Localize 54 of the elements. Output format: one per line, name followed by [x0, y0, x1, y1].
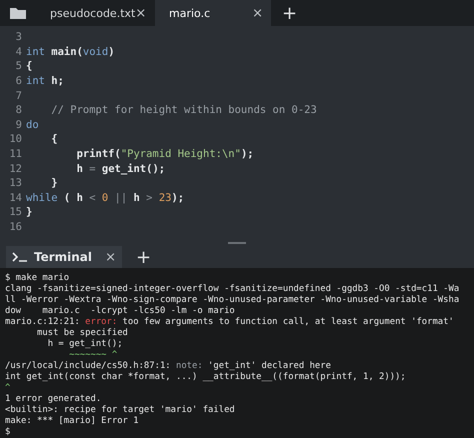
code-line: }	[26, 206, 32, 218]
code-line: {	[26, 60, 32, 72]
terminal-line: ll -Werror -Wextra -Wno-sign-compare -Wno-unused-parameter -Wno-unused-variable -Wsha	[5, 295, 460, 306]
code-line: h = get_int();	[76, 162, 166, 175]
line-number: 12	[8, 162, 23, 175]
new-terminal-button[interactable]: +	[128, 246, 160, 268]
terminal-line: int get_int(const char *format, ...) __attribute__((format(printf, 1, 2)));	[5, 372, 406, 383]
line-number: 13	[8, 177, 23, 190]
terminal-line: h = get_int();	[46, 339, 123, 350]
new-tab-button[interactable]: +	[274, 0, 306, 26]
line-number: 10	[8, 133, 23, 146]
terminal-line: dow mario.c -lcrypt -lcs50 -lm -o mario	[5, 306, 235, 317]
terminal-tab[interactable]: Terminal ×	[6, 246, 122, 268]
code-editor[interactable]: 3 4 int main(void) 5 { 6 int h; 7 8 // Prompt for height within bounds on 0-23 9 do 10 { 11 printf("Pyramid Height:\n"); 12 h = get_int(); 13 } 14 while ( h < 0 || h > 23); 15 } 16	[0, 26, 474, 240]
code-line: printf("Pyramid Height:\n");	[76, 148, 254, 160]
code-line: {	[50, 133, 58, 146]
tab-label: pseudocode.txt	[50, 6, 136, 20]
line-number: 6	[14, 75, 23, 88]
terminal-line: /usr/local/include/cs50.h:87:1: note: 'get_int' declared here	[5, 361, 331, 372]
close-tab-button[interactable]: ×	[135, 6, 146, 20]
code-line: int h;	[26, 75, 64, 88]
line-number: 11	[8, 148, 23, 160]
terminal-line: make: *** [mario] Error 1	[5, 416, 139, 427]
line-number: 3	[14, 31, 23, 44]
terminal-line: $	[5, 427, 10, 438]
close-tab-button[interactable]: ×	[252, 6, 263, 20]
terminal-icon	[12, 252, 28, 262]
terminal-line: mario.c:12:21: error: too few arguments to function call, at least argument 'format'	[5, 317, 454, 328]
line-number: 9	[14, 118, 23, 131]
terminal-line: clang -fsanitize=signed-integer-overflow -fsanitize=undefined -ggdb3 -O0 -std=c11 -Wa	[5, 284, 460, 295]
line-number: 7	[14, 90, 23, 102]
terminal-line: <builtin>: recipe for target 'mario' failed	[5, 405, 235, 416]
terminal-line: 1 error generated.	[5, 394, 102, 405]
line-number: 16	[8, 221, 23, 234]
terminal-line: $ make mario	[5, 273, 70, 284]
code-line: // Prompt for height within bounds on 0-23	[50, 104, 317, 116]
tab-label: Terminal	[34, 250, 92, 264]
code-line: }	[50, 177, 58, 190]
editor-tab[interactable]: mario.c ×	[155, 0, 271, 26]
terminal-output[interactable]	[0, 268, 474, 438]
line-number: 15	[8, 206, 23, 218]
code-line: while ( h < 0 || h > 23);	[26, 192, 184, 204]
code-line: do	[26, 118, 39, 131]
terminal-line: ^	[5, 383, 10, 394]
resize-handle[interactable]	[228, 242, 246, 244]
line-number: 5	[14, 60, 23, 72]
close-tab-button[interactable]: ×	[105, 250, 116, 264]
terminal-line: ~~~~~~~ ^	[68, 350, 118, 361]
line-number: 14	[8, 192, 23, 204]
code-line: int main(void)	[26, 46, 115, 58]
terminal-line: must be specified	[36, 328, 128, 339]
tab-label: mario.c	[169, 6, 210, 20]
line-number: 8	[14, 104, 23, 116]
line-number: 4	[14, 46, 23, 58]
